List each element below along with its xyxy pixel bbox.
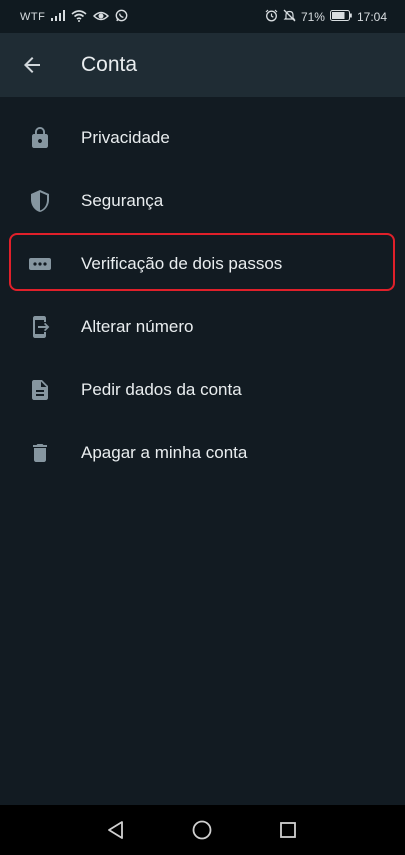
page-title: Conta: [81, 53, 138, 76]
back-button[interactable]: [20, 53, 44, 77]
signal-icon: [51, 10, 66, 24]
recents-square-icon: [280, 822, 296, 838]
mute-icon: [283, 9, 296, 25]
menu-item-two-step-verification[interactable]: Verificação de dois passos: [0, 233, 405, 296]
nav-back-button[interactable]: [104, 818, 128, 842]
dots-password-icon: [28, 252, 52, 276]
menu-item-label: Segurança: [81, 191, 164, 210]
status-bar-right: 71% 17:04: [265, 9, 387, 25]
lock-icon: [28, 126, 52, 150]
status-bar: WTF 71% 17:04: [0, 0, 405, 33]
menu-item-label: Verificação de dois passos: [81, 254, 283, 273]
navigation-bar: [0, 805, 405, 855]
menu-item-request-account-info[interactable]: Pedir dados da conta: [0, 359, 405, 422]
battery-icon: [329, 10, 352, 24]
app-bar: Conta: [0, 33, 405, 97]
menu-item-security[interactable]: Segurança: [0, 170, 405, 233]
menu-item-change-number[interactable]: Alterar número: [0, 296, 405, 359]
menu-item-label: Alterar número: [81, 317, 194, 336]
document-icon: [28, 378, 52, 402]
menu-item-delete-account[interactable]: Apagar a minha conta: [0, 422, 405, 485]
home-circle-icon: [192, 820, 212, 840]
menu-item-label: Privacidade: [81, 128, 170, 147]
battery-percent: 71%: [300, 10, 325, 24]
back-triangle-icon: [108, 821, 123, 839]
trash-icon: [28, 441, 52, 465]
carrier-label: WTF: [20, 11, 46, 23]
nav-recents-button[interactable]: [276, 818, 300, 842]
shield-icon: [28, 189, 52, 213]
alarm-icon: [265, 9, 278, 25]
menu-item-label: Pedir dados da conta: [81, 380, 242, 399]
settings-list: Privacidade Segurança Verificação de doi…: [0, 97, 405, 805]
status-bar-left: WTF: [20, 9, 128, 25]
clock: 17:04: [356, 10, 387, 24]
arrow-left-icon: [24, 57, 40, 73]
menu-item-label: Apagar a minha conta: [81, 443, 248, 462]
menu-item-privacy[interactable]: Privacidade: [0, 107, 405, 170]
whatsapp-icon: [115, 9, 128, 25]
nav-home-button[interactable]: [190, 818, 214, 842]
wifi-icon: [71, 9, 87, 25]
eye-icon: [93, 10, 110, 25]
phone-change-icon: [28, 315, 52, 339]
